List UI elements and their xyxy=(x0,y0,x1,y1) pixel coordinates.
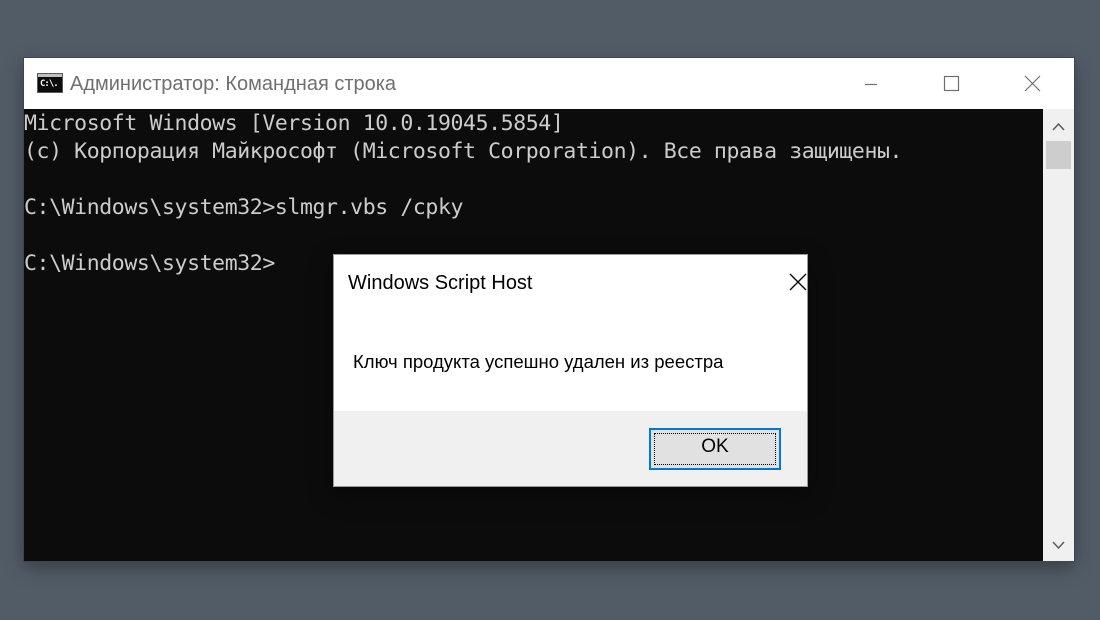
dialog-close-button[interactable] xyxy=(754,255,807,309)
console-line: (c) Корпорация Майкрософт (Microsoft Cor… xyxy=(24,139,903,164)
title-bar[interactable]: C:\. Администратор: Командная строка xyxy=(24,58,1074,109)
dialog-message: Ключ продукта успешно удален из реестра xyxy=(353,351,724,372)
message-dialog: Windows Script Host Ключ продукта успешн… xyxy=(334,255,807,486)
close-button[interactable] xyxy=(992,58,1072,109)
console-prompt: C:\Windows\system32> xyxy=(24,251,275,276)
dialog-title: Windows Script Host xyxy=(348,272,533,294)
cmd-icon[interactable]: C:\. xyxy=(37,73,63,93)
console-line: C:\Windows\system32>slmgr.vbs /cpky xyxy=(24,195,464,220)
scroll-up-button[interactable] xyxy=(1043,111,1074,141)
scroll-thumb[interactable] xyxy=(1046,141,1071,169)
window-title: Администратор: Командная строка xyxy=(70,73,397,95)
vertical-scrollbar[interactable] xyxy=(1043,109,1074,561)
ok-button[interactable]: OK xyxy=(649,428,781,470)
maximize-button[interactable] xyxy=(911,58,991,109)
minimize-icon xyxy=(865,83,877,86)
chevron-down-icon xyxy=(1052,541,1065,550)
close-icon xyxy=(1024,75,1041,92)
ok-button-label: OK xyxy=(701,436,729,457)
chevron-up-icon xyxy=(1052,122,1065,131)
dialog-footer: OK xyxy=(334,411,807,486)
cmd-icon-text: C:\. xyxy=(40,79,59,89)
scroll-down-button[interactable] xyxy=(1043,531,1074,561)
console-line: Microsoft Windows [Version 10.0.19045.58… xyxy=(24,111,564,136)
maximize-icon xyxy=(943,75,960,92)
close-icon xyxy=(789,273,807,291)
minimize-button[interactable] xyxy=(831,58,911,109)
